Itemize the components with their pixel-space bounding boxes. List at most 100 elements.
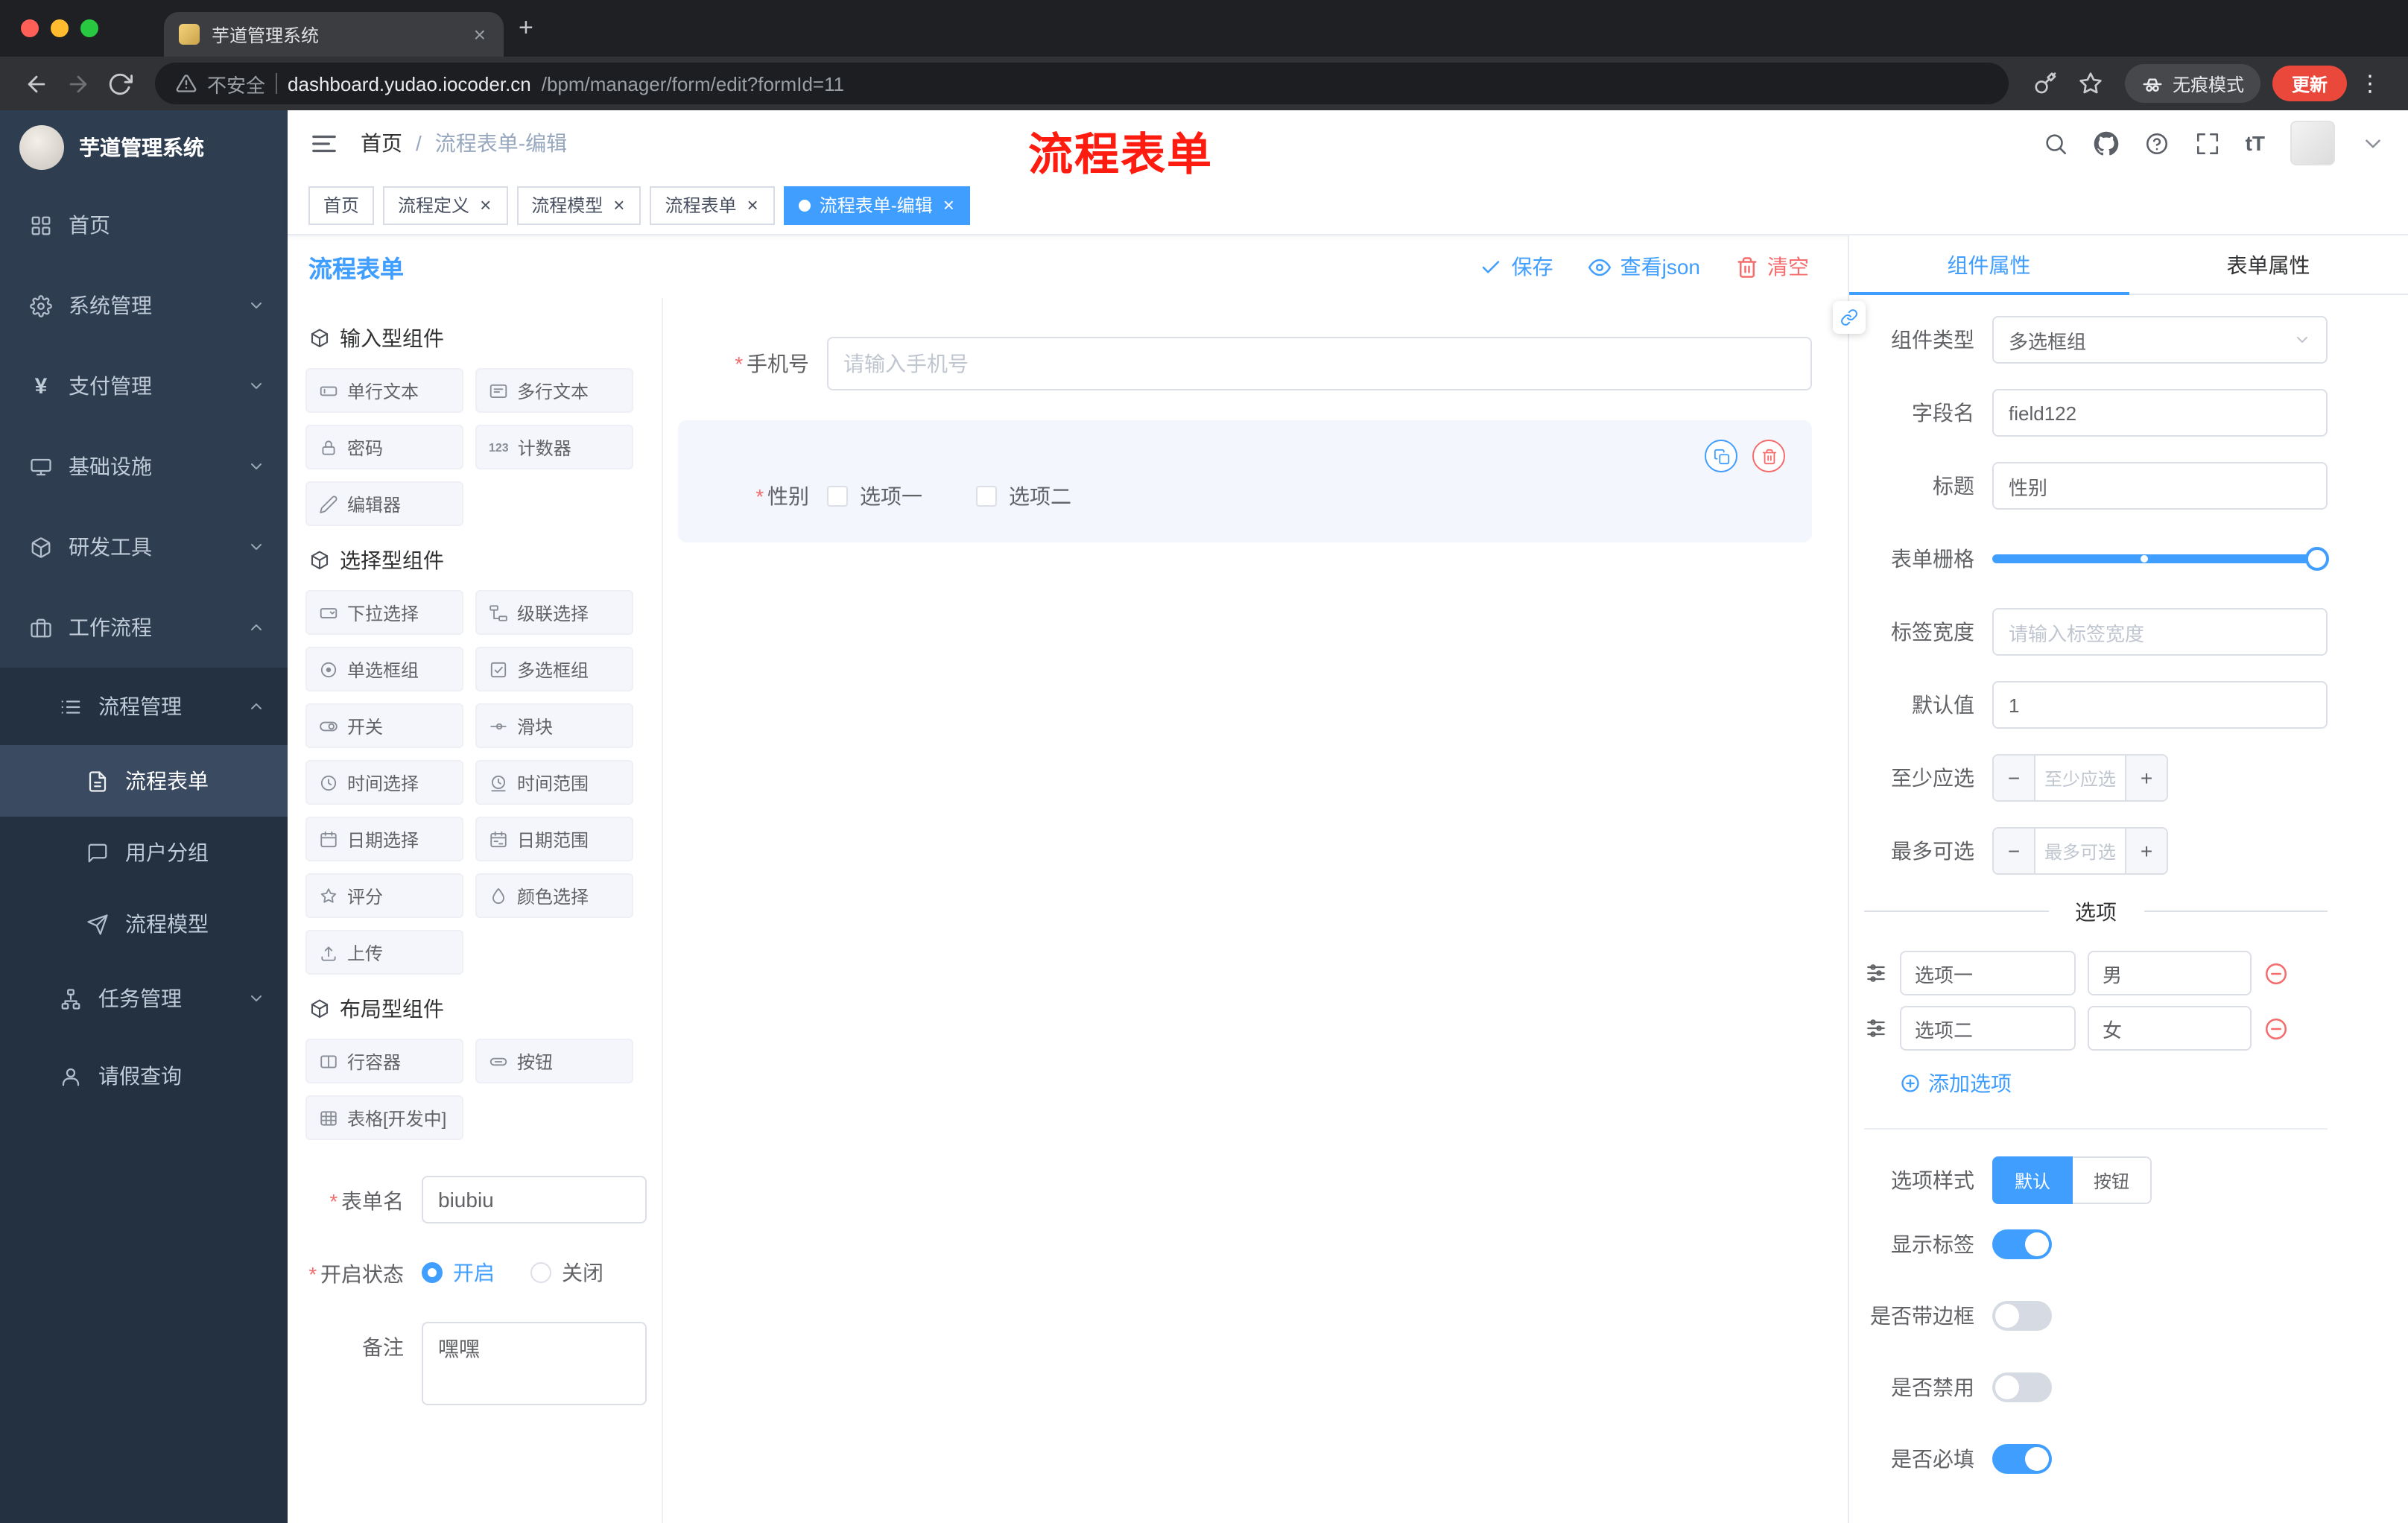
sidebar-item[interactable]: 首页 (0, 185, 288, 265)
component-item[interactable]: 单选框组 (305, 647, 463, 691)
canvas-field-phone[interactable]: * 手机号 请输入手机号 (678, 337, 1812, 390)
tab-close-icon[interactable]: × (471, 22, 489, 46)
new-tab-button[interactable]: + (504, 13, 548, 43)
label-width-input[interactable]: 请输入标签宽度 (1992, 608, 2328, 656)
view-json-button[interactable]: 查看json (1589, 252, 1700, 282)
form-name-input[interactable]: biubiu (422, 1176, 647, 1223)
field-name-input[interactable]: field122 (1992, 389, 2328, 437)
grid-slider[interactable] (1992, 535, 2329, 583)
back-button[interactable] (15, 63, 57, 104)
close-window-button[interactable] (21, 19, 39, 37)
breadcrumb-home[interactable]: 首页 (361, 128, 402, 158)
component-item[interactable]: 表格[开发中] (305, 1095, 463, 1140)
tab-component-props[interactable]: 组件属性 (1849, 235, 2129, 295)
link-button[interactable] (1833, 301, 1866, 334)
address-bar[interactable]: 不安全 dashboard.yudao.iocoder.cn /bpm/mana… (155, 63, 2009, 104)
form-remark-textarea[interactable]: 嘿嘿 (422, 1322, 647, 1405)
browser-tab[interactable]: 芋道管理系统 × (164, 12, 504, 57)
avatar-caret-icon[interactable] (2360, 130, 2386, 156)
toggle-switch[interactable] (1992, 1229, 2052, 1259)
toggle-switch[interactable] (1992, 1372, 2052, 1402)
sidebar-item[interactable]: 工作流程 (0, 587, 288, 668)
close-icon[interactable]: × (746, 195, 760, 215)
option-style-button[interactable]: 默认 (1992, 1156, 2073, 1204)
component-item[interactable]: 编辑器 (305, 481, 463, 526)
component-item[interactable]: 时间选择 (305, 760, 463, 805)
fullscreen-icon[interactable] (2195, 130, 2220, 156)
min-select-input[interactable]: 至少应选 (2035, 756, 2125, 800)
component-item[interactable]: 上传 (305, 930, 463, 975)
increment-button[interactable]: + (2125, 829, 2167, 873)
component-item[interactable]: 按钮 (475, 1039, 633, 1083)
sidebar-item[interactable]: 流程表单 (0, 745, 288, 817)
update-button[interactable]: 更新 (2272, 66, 2347, 101)
option-value-input[interactable]: 男 (2088, 951, 2252, 995)
component-item[interactable]: 滑块 (475, 703, 633, 748)
component-item[interactable]: 多选框组 (475, 647, 633, 691)
view-tag[interactable]: 流程定义 × (383, 186, 508, 224)
option-value-input[interactable]: 女 (2088, 1006, 2252, 1051)
component-type-select[interactable]: 多选框组 (1992, 316, 2328, 364)
browser-menu-button[interactable]: ⋮ (2347, 70, 2393, 97)
phone-input[interactable]: 请输入手机号 (827, 337, 1812, 390)
view-tag[interactable]: 流程表单-编辑 × (783, 186, 971, 224)
slider-track[interactable] (1992, 547, 2329, 571)
github-icon[interactable] (2094, 130, 2119, 156)
sidebar-item[interactable]: 流程管理 (0, 668, 288, 745)
font-size-icon[interactable]: tT (2246, 131, 2265, 155)
component-item[interactable]: 日期范围 (475, 817, 633, 861)
decrement-button[interactable]: − (1994, 756, 2035, 800)
component-item[interactable]: 级联选择 (475, 590, 633, 635)
default-value-input[interactable]: 1 (1992, 681, 2328, 729)
max-select-input[interactable]: 最多可选 (2035, 829, 2125, 873)
sidebar-item[interactable]: ¥ 支付管理 (0, 346, 288, 426)
save-button[interactable]: 保存 (1480, 252, 1553, 282)
security-label[interactable]: 不安全 (207, 69, 265, 98)
component-item[interactable]: 颜色选择 (475, 873, 633, 918)
toggle-switch[interactable] (1992, 1301, 2052, 1331)
view-tag[interactable]: 流程模型 × (516, 186, 641, 224)
sidebar-item[interactable]: 用户分组 (0, 817, 288, 888)
canvas-field-gender[interactable]: * 性别 选项一 选项二 (678, 420, 1812, 542)
component-item[interactable]: 多行文本 (475, 368, 633, 413)
bookmark-star-button[interactable] (2068, 63, 2113, 104)
component-item[interactable]: 评分 (305, 873, 463, 918)
view-tag[interactable]: 首页 (308, 186, 375, 224)
minus-circle-icon[interactable] (2263, 1016, 2289, 1041)
increment-button[interactable]: + (2125, 756, 2167, 800)
tune-icon[interactable] (1864, 961, 1888, 985)
clear-button[interactable]: 清空 (1736, 252, 1809, 282)
add-option-button[interactable]: 添加选项 (1900, 1068, 2328, 1098)
checkbox-option[interactable]: 选项一 (827, 481, 922, 511)
minus-circle-icon[interactable] (2263, 960, 2289, 986)
component-item[interactable]: 单行文本 (305, 368, 463, 413)
sidebar-item[interactable]: 基础设施 (0, 426, 288, 507)
component-item[interactable]: 时间范围 (475, 760, 633, 805)
close-icon[interactable]: × (612, 195, 626, 215)
checkbox-icon[interactable] (827, 486, 848, 507)
checkbox-option[interactable]: 选项二 (976, 481, 1071, 511)
close-icon[interactable]: × (478, 195, 492, 215)
delete-widget-button[interactable] (1752, 440, 1785, 472)
sidebar-logo[interactable]: 芋道管理系统 (0, 110, 288, 185)
title-input[interactable]: 性别 (1992, 462, 2328, 510)
sidebar-item[interactable]: 任务管理 (0, 960, 288, 1037)
decrement-button[interactable]: − (1994, 829, 2035, 873)
close-icon[interactable]: × (942, 195, 956, 215)
toggle-switch[interactable] (1992, 1444, 2052, 1474)
search-icon[interactable] (2043, 130, 2068, 156)
help-icon[interactable] (2144, 130, 2170, 156)
slider-handle[interactable] (2305, 547, 2329, 571)
component-item[interactable]: 密码 (305, 425, 463, 469)
component-item[interactable]: 开关 (305, 703, 463, 748)
option-style-button[interactable]: 按钮 (2073, 1156, 2152, 1204)
sidebar-item[interactable]: 研发工具 (0, 507, 288, 587)
zoom-window-button[interactable] (80, 19, 98, 37)
user-avatar[interactable] (2290, 121, 2335, 165)
component-item[interactable]: 下拉选择 (305, 590, 463, 635)
checkbox-icon[interactable] (976, 486, 997, 507)
collapse-sidebar-button[interactable] (310, 129, 338, 157)
status-radio-on[interactable]: 开启 (422, 1258, 495, 1288)
view-tag[interactable]: 流程表单 × (650, 186, 775, 224)
option-label-input[interactable]: 选项一 (1900, 951, 2076, 995)
